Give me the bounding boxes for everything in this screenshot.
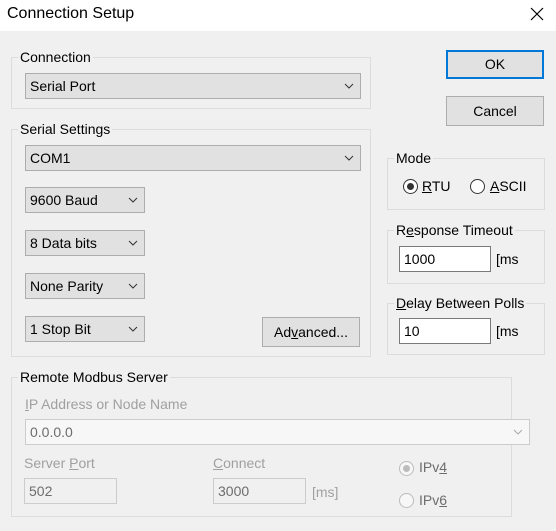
server-port-input[interactable]: 502: [24, 478, 117, 504]
advanced-label-a: Ad: [274, 324, 292, 340]
ok-button[interactable]: OK: [446, 50, 544, 79]
connect-timeout-input[interactable]: 3000: [213, 478, 306, 504]
baud-rate-value: 9600 Baud: [30, 192, 98, 208]
rt-legend-accel: e: [406, 222, 414, 238]
parity-select[interactable]: None Parity: [25, 273, 145, 299]
ipv6-label[interactable]: IPv6: [419, 492, 447, 508]
connect-timeout-label: Connect: [213, 455, 265, 471]
parity-value: None Parity: [30, 278, 104, 294]
ascii-rest: SCII: [499, 178, 527, 194]
advanced-label-b: anced...: [298, 324, 348, 340]
server-port-label: Server Port: [24, 455, 95, 471]
serial-settings-legend: Serial Settings: [20, 121, 111, 137]
ipv4-pre: IPv: [419, 459, 440, 475]
ipv4-label[interactable]: IPv4: [419, 459, 447, 475]
delay-polls-legend: Delay Between Polls: [394, 295, 526, 311]
close-icon[interactable]: [528, 5, 546, 23]
connection-type-value: Serial Port: [30, 78, 96, 94]
data-bits-select[interactable]: 8 Data bits: [25, 230, 145, 256]
connect-label-accel: C: [213, 455, 224, 471]
connection-legend: Connection: [20, 49, 91, 65]
response-timeout-legend: Response Timeout: [394, 222, 515, 238]
delay-polls-input[interactable]: 10: [399, 318, 491, 344]
ip-address-value: 0.0.0.0: [30, 424, 73, 440]
mode-legend: Mode: [396, 150, 432, 166]
ipv6-radio[interactable]: [399, 493, 414, 508]
connect-timeout-unit: [ms]: [312, 484, 339, 500]
chevron-down-icon: [128, 197, 138, 203]
port-label-b: ort: [78, 455, 95, 471]
chevron-down-icon: [128, 283, 138, 289]
remote-server-legend: Remote Modbus Server: [20, 369, 168, 385]
chevron-down-icon: [128, 240, 138, 246]
data-bits-value: 8 Data bits: [30, 235, 97, 251]
ipv4-radio[interactable]: [399, 461, 414, 476]
chevron-down-icon: [513, 429, 523, 435]
delay-polls-unit: [ms: [496, 323, 519, 339]
stop-bits-select[interactable]: 1 Stop Bit: [25, 316, 145, 342]
ipv4-accel: 4: [439, 459, 448, 475]
ip-label-rest: P Address or Node Name: [28, 396, 188, 412]
rt-legend-b: sponse Timeout: [413, 222, 513, 238]
chevron-down-icon: [128, 326, 138, 332]
ipv6-pre: IPv: [419, 492, 440, 508]
cancel-button[interactable]: Cancel: [446, 96, 544, 126]
rt-legend-a: R: [396, 222, 407, 238]
dp-legend-accel: D: [396, 295, 407, 311]
ascii-radio[interactable]: [470, 179, 485, 194]
advanced-button[interactable]: Advanced...: [262, 317, 360, 347]
ipv6-accel: 6: [439, 492, 448, 508]
chevron-down-icon: [344, 83, 354, 89]
rtu-rest: TU: [431, 178, 451, 194]
port-label-a: Server: [24, 455, 70, 471]
ip-address-select[interactable]: 0.0.0.0: [25, 419, 530, 445]
response-timeout-unit: [ms: [496, 251, 519, 267]
com-port-value: COM1: [30, 150, 71, 166]
ip-address-label: IP Address or Node Name: [25, 396, 187, 412]
rtu-label[interactable]: RTU: [422, 178, 451, 194]
title-bar: Connection Setup: [0, 0, 556, 31]
connection-type-select[interactable]: Serial Port: [25, 73, 361, 99]
rtu-radio[interactable]: [403, 179, 418, 194]
com-port-select[interactable]: COM1: [25, 145, 361, 171]
baud-rate-select[interactable]: 9600 Baud: [25, 187, 145, 213]
stop-bits-value: 1 Stop Bit: [30, 321, 91, 337]
rtu-accel: R: [422, 178, 432, 194]
chevron-down-icon: [344, 155, 354, 161]
dp-legend-b: elay Between Polls: [406, 295, 525, 311]
ascii-accel: A: [490, 178, 500, 194]
connect-label-b: onnect: [223, 455, 266, 471]
window-title: Connection Setup: [7, 5, 135, 22]
response-timeout-input[interactable]: 1000: [399, 246, 491, 272]
ascii-label[interactable]: ASCII: [490, 178, 527, 194]
